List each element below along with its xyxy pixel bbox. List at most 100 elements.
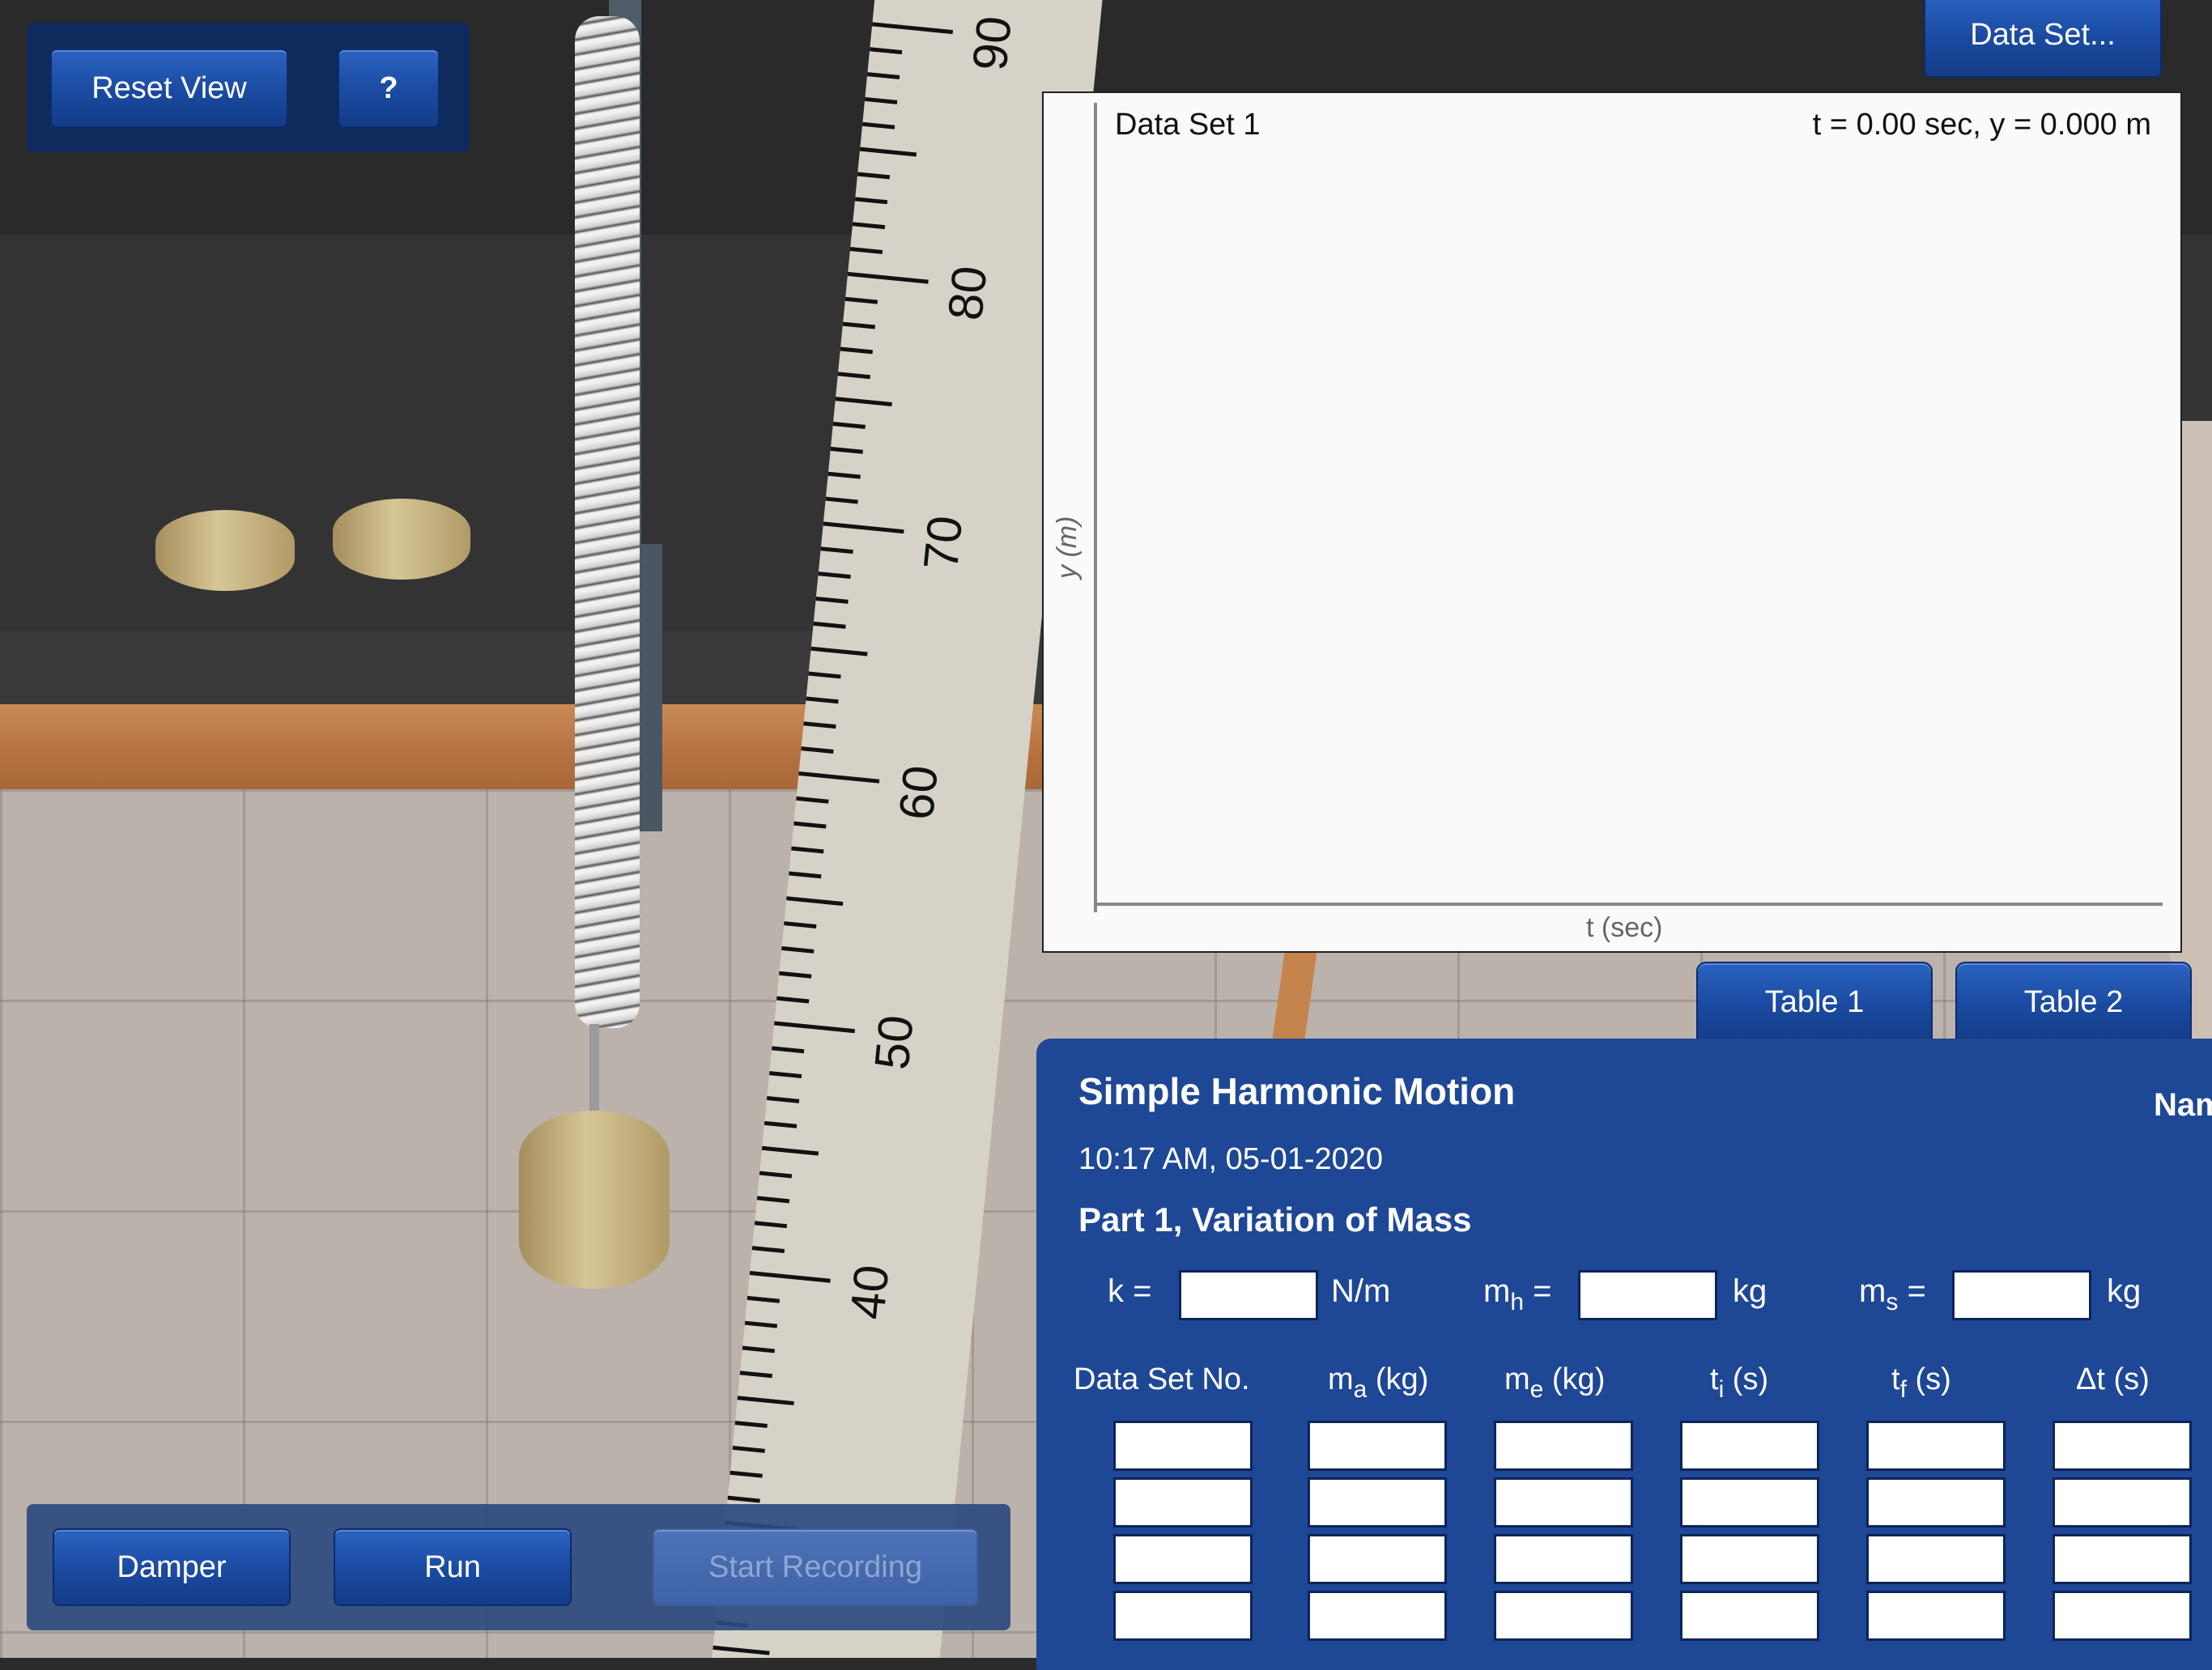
worksheet-panel: Simple Harmonic Motion Nam 10:17 AM, 05-… <box>1036 1039 2212 1670</box>
ruler-tick <box>764 1120 798 1128</box>
table-cell-input[interactable] <box>1866 1534 2006 1584</box>
ruler-tick <box>849 247 883 254</box>
table-cell-input[interactable] <box>1680 1421 1819 1471</box>
table-cell-input[interactable] <box>1866 1421 2006 1471</box>
table-cell-input[interactable] <box>1680 1477 1819 1528</box>
k-label: k = <box>1108 1273 1152 1309</box>
graph-readout: t = 0.00 sec, y = 0.000 m <box>1812 108 2151 142</box>
table-cell-input[interactable] <box>1494 1534 1633 1584</box>
table-cell-input[interactable] <box>1113 1421 1253 1471</box>
table-cell-input[interactable] <box>1308 1421 1447 1471</box>
table-cell-input[interactable] <box>1308 1534 1447 1584</box>
table-cell-input[interactable] <box>1113 1477 1253 1528</box>
table-cell-input[interactable] <box>2052 1591 2192 1641</box>
damper-button[interactable]: Damper <box>53 1528 291 1606</box>
ruler-label: 90 <box>962 14 1022 74</box>
x-axis <box>1094 903 2163 906</box>
ruler-tick <box>801 746 834 754</box>
start-recording-button[interactable]: Start Recording <box>653 1528 978 1606</box>
ruler-tick <box>751 1246 785 1254</box>
table-cell-input[interactable] <box>1494 1591 1633 1641</box>
worksheet-datetime: 10:17 AM, 05-01-2020 <box>1078 1142 1384 1176</box>
col-header-delta-t: Δt (s) <box>2076 1362 2150 1396</box>
slotted-weight[interactable] <box>155 510 295 591</box>
table-cell-input[interactable] <box>1680 1534 1819 1584</box>
ruler-tick <box>754 1221 788 1229</box>
ms-unit: kg <box>2107 1273 2142 1309</box>
y-axis-label: y (m) <box>1052 516 1083 579</box>
table-cell-input[interactable] <box>1866 1477 2006 1528</box>
ruler-tick <box>737 1396 794 1406</box>
k-unit: N/m <box>1331 1273 1391 1309</box>
ruler-tick <box>766 1096 800 1103</box>
ruler-tick <box>815 596 849 604</box>
mass-hanger-weights[interactable] <box>519 1111 670 1289</box>
ruler-tick <box>744 1320 778 1328</box>
ruler-tick <box>776 996 810 1004</box>
ruler-tick <box>854 197 888 205</box>
ruler-tick <box>808 671 841 679</box>
ruler-tick <box>818 572 851 580</box>
ruler-tick <box>852 222 886 230</box>
ruler-tick <box>739 1370 772 1379</box>
ruler-tick <box>761 1145 819 1156</box>
ruler-label: 40 <box>840 1262 900 1322</box>
reset-view-button[interactable]: Reset View <box>50 49 288 128</box>
ruler-tick <box>734 1421 768 1428</box>
ruler-tick <box>859 147 917 157</box>
table-cell-input[interactable] <box>2052 1534 2192 1584</box>
ruler-tick <box>825 496 858 504</box>
table-cell-input[interactable] <box>1866 1591 2006 1641</box>
ruler-tick <box>806 696 839 704</box>
ruler-tick <box>864 96 898 104</box>
spring[interactable] <box>575 16 640 1028</box>
ruler-tick <box>793 821 827 829</box>
ruler-tick <box>813 621 846 629</box>
table-cell-input[interactable] <box>1494 1421 1633 1471</box>
ruler-tick <box>857 172 891 180</box>
worksheet-title: Simple Harmonic Motion <box>1078 1070 1516 1112</box>
table-cell-input[interactable] <box>1308 1591 1447 1641</box>
y-axis <box>1094 103 1097 912</box>
slotted-weight[interactable] <box>333 499 470 580</box>
table-cell-input[interactable] <box>1494 1477 1633 1528</box>
ms-input[interactable] <box>1952 1270 2091 1320</box>
ruler-tick <box>732 1445 765 1453</box>
ruler-tick <box>781 945 815 954</box>
x-axis-label: t (sec) <box>1586 912 1663 943</box>
ruler-tick <box>786 896 844 907</box>
tab-table-1[interactable]: Table 1 <box>1696 962 1933 1043</box>
ruler-tick <box>798 771 880 784</box>
table-cell-input[interactable] <box>2052 1477 2192 1528</box>
ruler-tick <box>835 397 892 406</box>
col-header-ma: ma (kg) <box>1328 1362 1429 1403</box>
ruler-tick <box>830 446 863 454</box>
ruler-tick <box>869 47 903 55</box>
ruler-tick <box>810 646 868 657</box>
ruler-tick <box>749 1270 831 1283</box>
table-cell-input[interactable] <box>1680 1591 1819 1641</box>
mh-unit: kg <box>1733 1273 1767 1309</box>
col-header-me: me (kg) <box>1504 1362 1606 1403</box>
ruler-tick <box>789 871 822 879</box>
ruler-label: 60 <box>888 763 949 822</box>
ruler-tick <box>730 1470 763 1478</box>
ms-label: ms = <box>1859 1273 1926 1315</box>
help-button[interactable]: ? <box>338 49 440 128</box>
ruler-tick <box>840 346 873 355</box>
ruler-label: 50 <box>864 1013 924 1073</box>
ruler-tick <box>756 1196 790 1204</box>
run-button[interactable]: Run <box>334 1528 572 1606</box>
tab-table-2[interactable]: Table 2 <box>1955 962 2192 1043</box>
table-cell-input[interactable] <box>1113 1534 1253 1584</box>
table-cell-input[interactable] <box>1113 1591 1253 1641</box>
ruler-tick <box>866 72 900 79</box>
table-cell-input[interactable] <box>2052 1421 2192 1471</box>
mh-input[interactable] <box>1578 1270 1717 1320</box>
table-cell-input[interactable] <box>1308 1477 1447 1528</box>
ruler-tick <box>847 271 929 284</box>
data-set-button[interactable]: Data Set... <box>1924 0 2162 78</box>
worksheet-part-title: Part 1, Variation of Mass <box>1078 1200 1472 1239</box>
name-label: Nam <box>2154 1087 2212 1123</box>
k-input[interactable] <box>1179 1270 1318 1320</box>
